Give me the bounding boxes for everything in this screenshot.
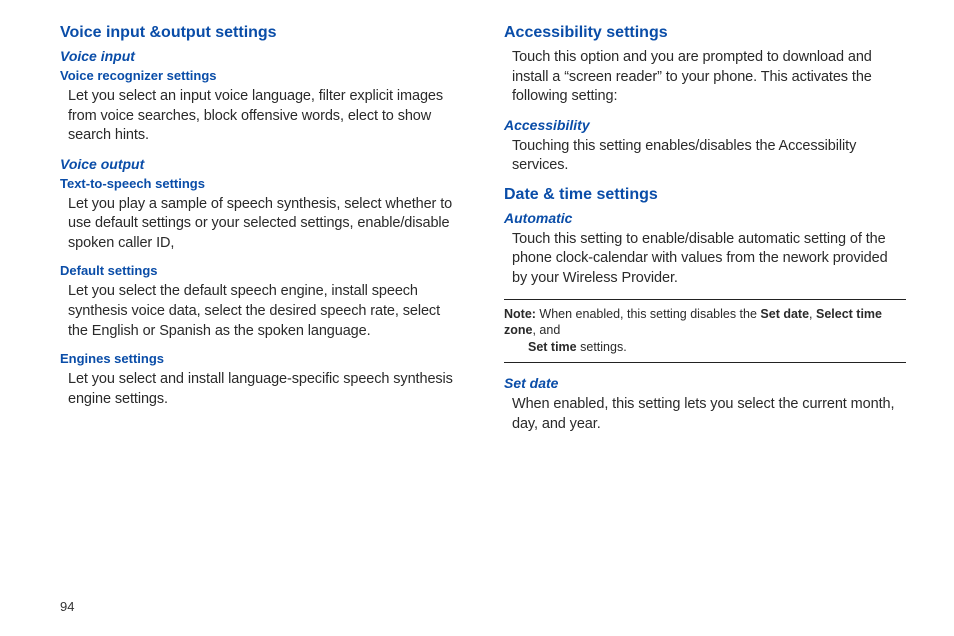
- note-label: Note:: [504, 307, 536, 321]
- para-default-settings: Let you select the default speech engine…: [68, 282, 462, 341]
- subsub-tts: Text-to-speech settings: [60, 176, 462, 191]
- note-bold-set-date: Set date: [760, 307, 809, 321]
- section-heading-date-time: Date & time settings: [504, 186, 906, 204]
- note-text-pre: When enabled, this setting disables the: [536, 307, 760, 321]
- subheading-voice-output: Voice output: [60, 156, 462, 172]
- para-tts: Let you play a sample of speech synthesi…: [68, 195, 462, 254]
- left-column: Voice input &output settings Voice input…: [60, 24, 462, 444]
- two-column-layout: Voice input &output settings Voice input…: [60, 24, 906, 444]
- note-text-post: settings.: [577, 340, 627, 354]
- section-heading-accessibility: Accessibility settings: [504, 24, 906, 42]
- subsub-voice-recognizer: Voice recognizer settings: [60, 68, 462, 83]
- subheading-set-date: Set date: [504, 375, 906, 391]
- para-automatic: Touch this setting to enable/disable aut…: [512, 230, 906, 289]
- para-accessibility-body: Touching this setting enables/disables t…: [512, 137, 906, 176]
- subheading-accessibility: Accessibility: [504, 117, 906, 133]
- note-bold-set-time: Set time: [528, 340, 577, 354]
- right-column: Accessibility settings Touch this option…: [504, 24, 906, 444]
- section-heading-voice-io: Voice input &output settings: [60, 24, 462, 42]
- para-accessibility-intro: Touch this option and you are prompted t…: [512, 48, 906, 107]
- para-engines-settings: Let you select and install language-spec…: [68, 370, 462, 409]
- note-sep1: ,: [809, 307, 816, 321]
- note-box: Note: When enabled, this setting disable…: [504, 299, 906, 364]
- subheading-automatic: Automatic: [504, 210, 906, 226]
- para-set-date: When enabled, this setting lets you sele…: [512, 395, 906, 434]
- page-number: 94: [60, 599, 74, 614]
- subheading-voice-input: Voice input: [60, 48, 462, 64]
- note-sep2: , and: [532, 323, 560, 337]
- para-voice-recognizer: Let you select an input voice language, …: [68, 87, 462, 146]
- subsub-engines-settings: Engines settings: [60, 351, 462, 366]
- subsub-default-settings: Default settings: [60, 263, 462, 278]
